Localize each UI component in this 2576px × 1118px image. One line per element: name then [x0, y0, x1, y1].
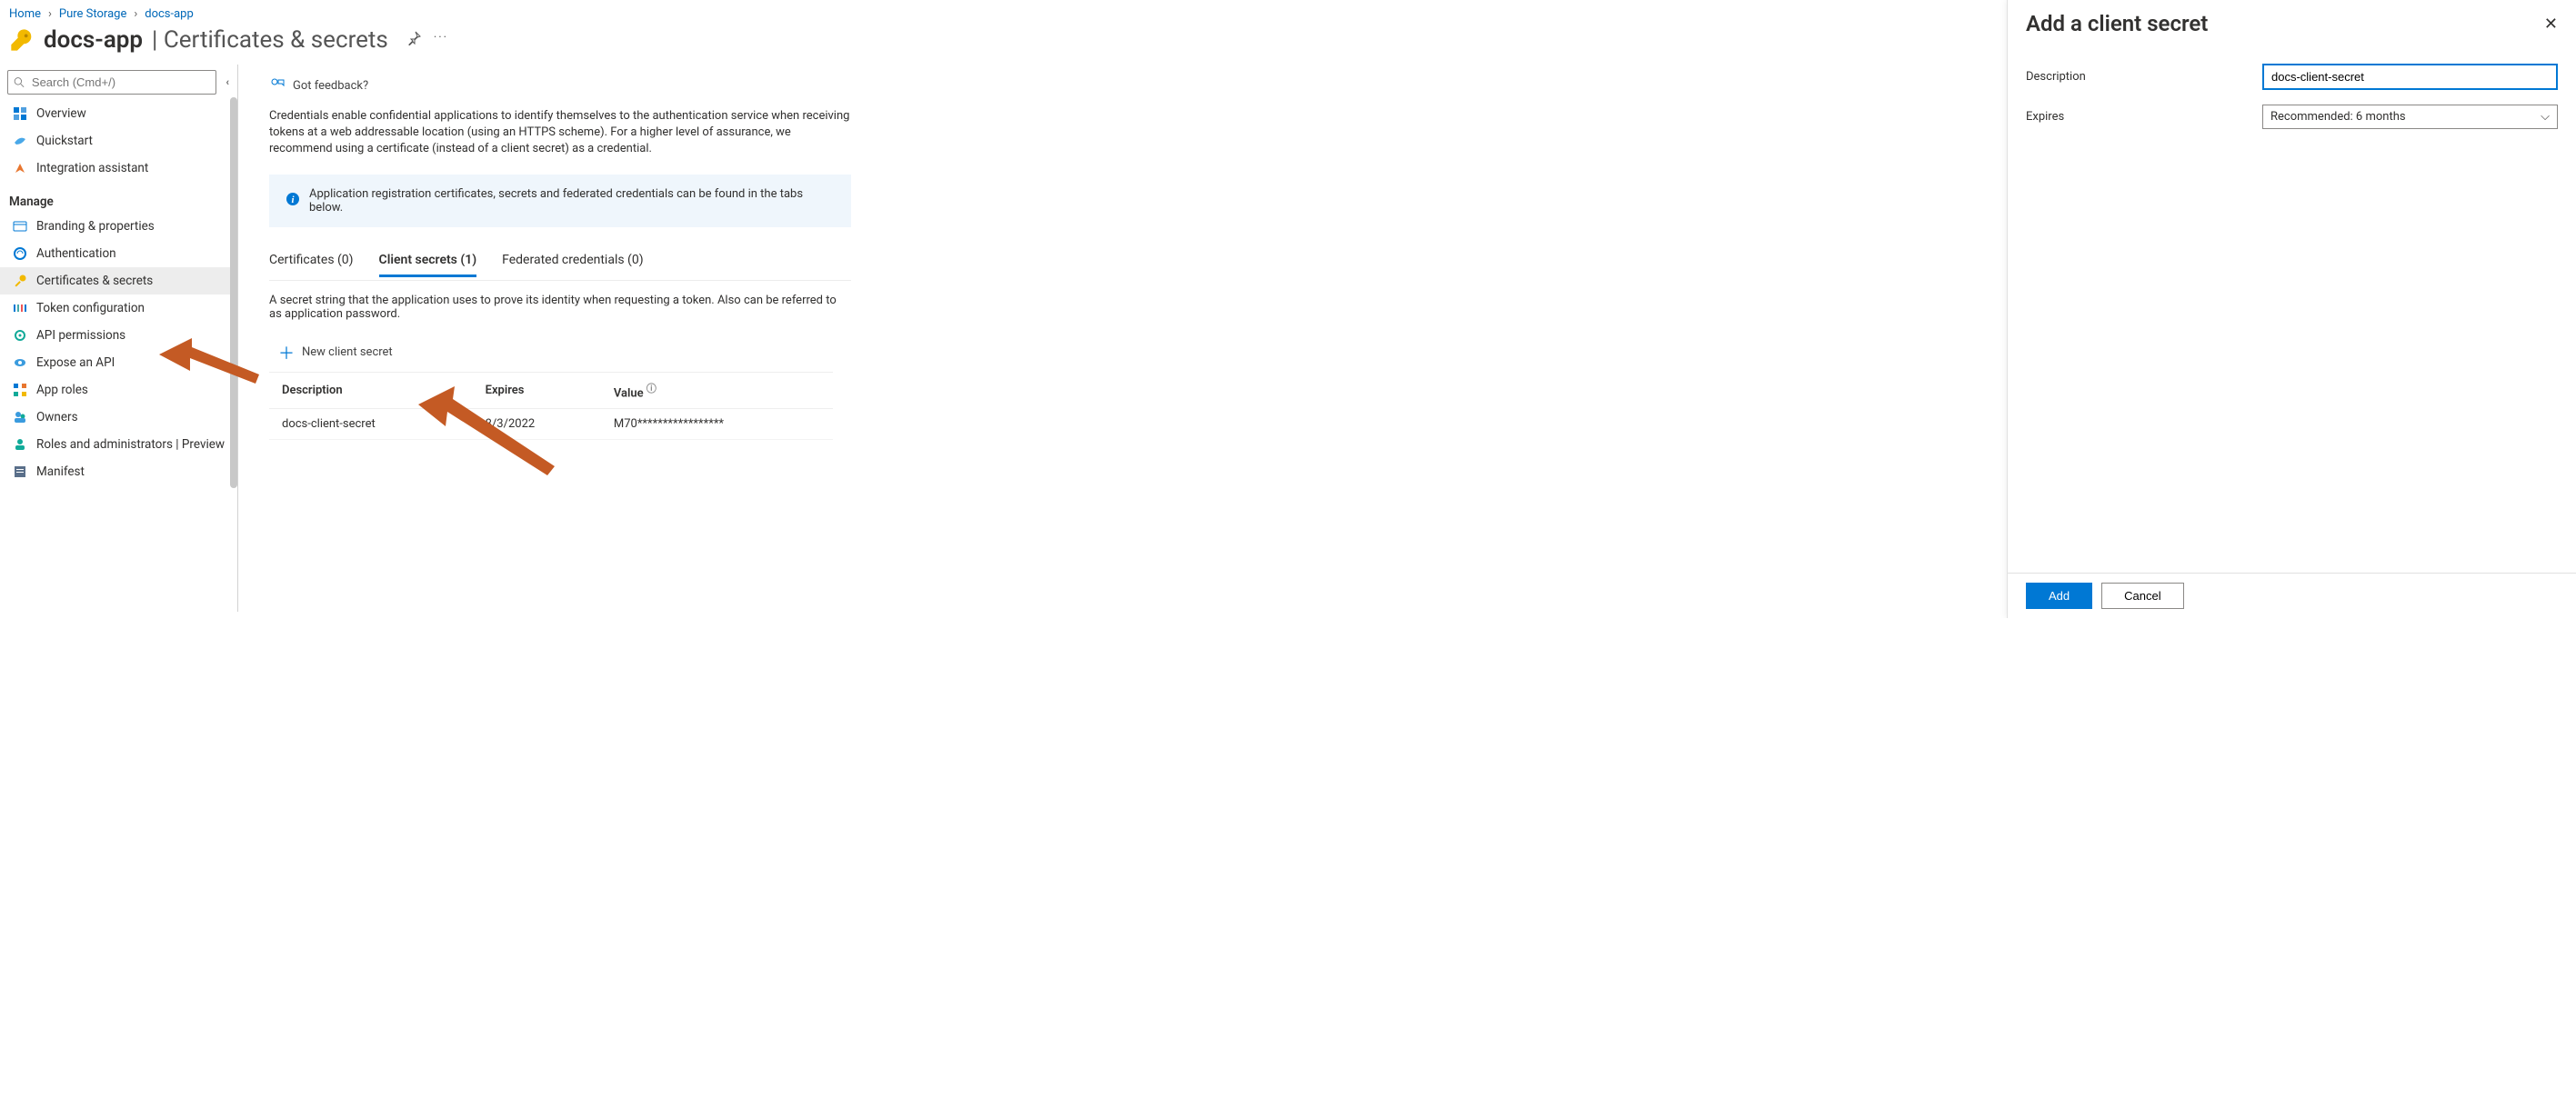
col-expires: Expires	[473, 372, 601, 408]
tab-certificates[interactable]: Certificates (0)	[269, 247, 354, 277]
sidebar-item-app-roles[interactable]: App roles	[0, 376, 237, 404]
cell-expires: 8/3/2022	[473, 408, 601, 439]
tab-federated[interactable]: Federated credentials (0)	[502, 247, 643, 277]
chevron-down-icon: ⌵	[2541, 110, 2550, 124]
pin-icon[interactable]	[406, 31, 421, 49]
sidebar-section-manage: Manage	[0, 182, 237, 213]
new-client-secret-label: New client secret	[302, 345, 393, 359]
field-label-expires: Expires	[2026, 110, 2262, 124]
col-description: Description	[269, 372, 473, 408]
sidebar-item-integration[interactable]: Integration assistant	[0, 155, 237, 182]
sidebar-item-label: Owners	[36, 410, 78, 424]
info-banner: i Application registration certificates,…	[269, 175, 851, 227]
sidebar-item-label: Token configuration	[36, 301, 145, 315]
sidebar-item-overview[interactable]: Overview	[0, 100, 237, 127]
roles-icon	[13, 437, 27, 452]
overview-icon	[13, 106, 27, 121]
expires-value: Recommended: 6 months	[2270, 110, 2406, 124]
cell-value: M70*****************	[601, 408, 833, 439]
description-input[interactable]	[2262, 64, 2558, 90]
sidebar-item-label: Certificates & secrets	[36, 274, 153, 288]
sidebar-item-manifest[interactable]: Manifest	[0, 458, 237, 485]
tab-description: A secret string that the application use…	[269, 281, 851, 337]
cell-description: docs-client-secret	[269, 408, 473, 439]
info-banner-text: Application registration certificates, s…	[309, 187, 835, 215]
sidebar-scrollbar[interactable]	[230, 97, 237, 488]
expires-select[interactable]: Recommended: 6 months ⌵	[2262, 105, 2558, 129]
secrets-table: Description Expires Value ⓘ docs-client-…	[269, 372, 833, 440]
api-permissions-icon	[13, 328, 27, 343]
sidebar-item-expose-api[interactable]: Expose an API	[0, 349, 237, 376]
key-icon	[9, 27, 35, 53]
add-button[interactable]: Add	[2026, 583, 2092, 609]
app-roles-icon	[13, 383, 27, 397]
table-row: docs-client-secret 8/3/2022 M70*********…	[269, 408, 833, 439]
sidebar-item-label: Roles and administrators | Preview	[36, 437, 225, 452]
rocket-icon	[13, 161, 27, 175]
sidebar-item-api-permissions[interactable]: API permissions	[0, 322, 237, 349]
field-label-description: Description	[2026, 70, 2262, 84]
sidebar-item-certificates-secrets[interactable]: Certificates & secrets	[0, 267, 237, 294]
sidebar-item-branding[interactable]: Branding & properties	[0, 213, 237, 240]
breadcrumb-app[interactable]: docs-app	[145, 7, 194, 21]
tab-client-secrets[interactable]: Client secrets (1)	[379, 247, 477, 277]
sidebar-item-label: Quickstart	[36, 134, 93, 148]
sidebar-item-label: Manifest	[36, 464, 85, 479]
feedback-icon	[269, 75, 286, 95]
auth-icon	[13, 246, 27, 261]
info-icon: i	[286, 192, 300, 210]
panel-title: Add a client secret	[2026, 11, 2208, 36]
sidebar-item-label: Branding & properties	[36, 219, 155, 234]
chevron-right-icon: ›	[134, 7, 137, 21]
sidebar-item-owners[interactable]: Owners	[0, 404, 237, 431]
page-title-section: | Certificates & secrets	[152, 26, 388, 54]
more-icon[interactable]: ···	[434, 31, 448, 49]
description-text: Credentials enable confidential applicat…	[269, 108, 851, 175]
collapse-sidebar-icon[interactable]: ‹‹	[222, 76, 230, 88]
expose-api-icon	[13, 355, 27, 370]
sidebar-item-label: Overview	[36, 106, 86, 121]
sidebar-item-authentication[interactable]: Authentication	[0, 240, 237, 267]
cancel-button[interactable]: Cancel	[2101, 583, 2183, 609]
token-icon	[13, 301, 27, 315]
sidebar-item-label: App roles	[36, 383, 88, 397]
plus-icon: ＋	[278, 341, 295, 364]
manifest-icon	[13, 464, 27, 479]
key-icon	[13, 274, 27, 288]
add-client-secret-panel: Add a client secret ✕ Description Expire…	[2007, 0, 2576, 618]
sidebar-item-label: Integration assistant	[36, 161, 148, 175]
breadcrumb-org[interactable]: Pure Storage	[59, 7, 126, 21]
quickstart-icon	[13, 134, 27, 148]
sidebar-item-token-configuration[interactable]: Token configuration	[0, 294, 237, 322]
sidebar-item-label: Authentication	[36, 246, 116, 261]
feedback-label: Got feedback?	[293, 79, 368, 93]
page-title-app: docs-app	[44, 26, 143, 54]
owners-icon	[13, 410, 27, 424]
sidebar-item-roles-admins[interactable]: Roles and administrators | Preview	[0, 431, 237, 458]
search-icon	[14, 76, 25, 88]
branding-icon	[13, 219, 27, 234]
sidebar-item-quickstart[interactable]: Quickstart	[0, 127, 237, 155]
sidebar-item-label: Expose an API	[36, 355, 115, 370]
sidebar-item-label: API permissions	[36, 328, 125, 343]
close-icon[interactable]: ✕	[2544, 15, 2558, 34]
info-icon[interactable]: ⓘ	[647, 383, 657, 394]
search-input[interactable]	[7, 70, 216, 95]
breadcrumb-home[interactable]: Home	[9, 7, 41, 21]
chevron-right-icon: ›	[48, 7, 52, 21]
col-value: Value ⓘ	[601, 372, 833, 408]
sidebar: ‹‹ Overview Quickstart Integration assis…	[0, 65, 238, 612]
